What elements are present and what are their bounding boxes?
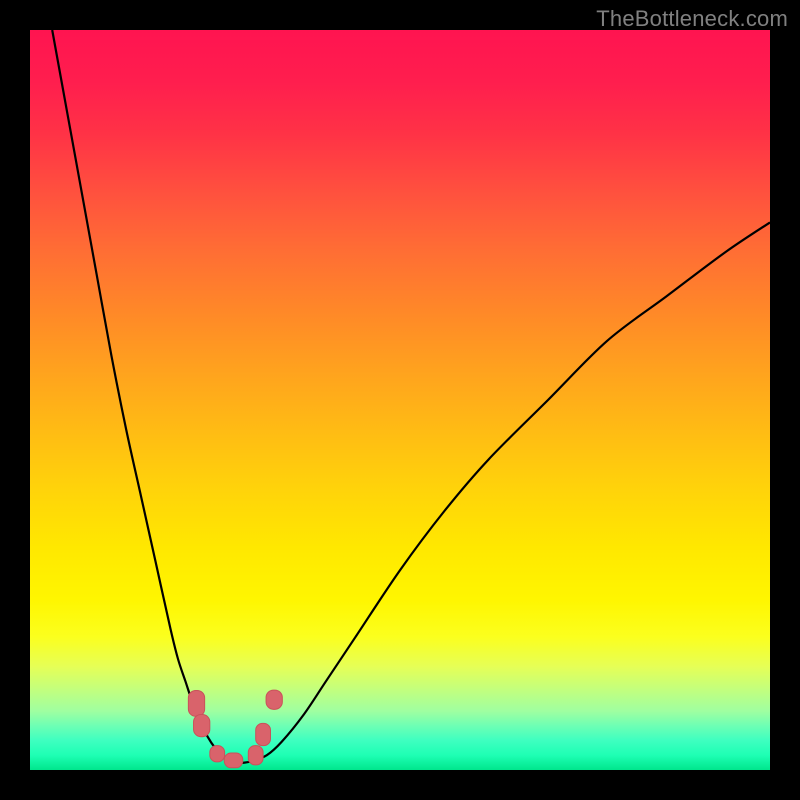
- bottleneck-curve: [52, 30, 770, 763]
- plot-area: [30, 30, 770, 770]
- curve-marker: [188, 690, 204, 716]
- watermark-text: TheBottleneck.com: [596, 6, 788, 32]
- curve-marker: [224, 753, 243, 768]
- curve-marker: [194, 715, 210, 737]
- curve-markers: [188, 690, 282, 768]
- bottleneck-curve-svg: [30, 30, 770, 770]
- curve-marker: [266, 690, 282, 709]
- curve-marker: [256, 723, 271, 745]
- curve-marker: [248, 746, 263, 765]
- chart-frame: TheBottleneck.com: [0, 0, 800, 800]
- curve-marker: [210, 746, 225, 762]
